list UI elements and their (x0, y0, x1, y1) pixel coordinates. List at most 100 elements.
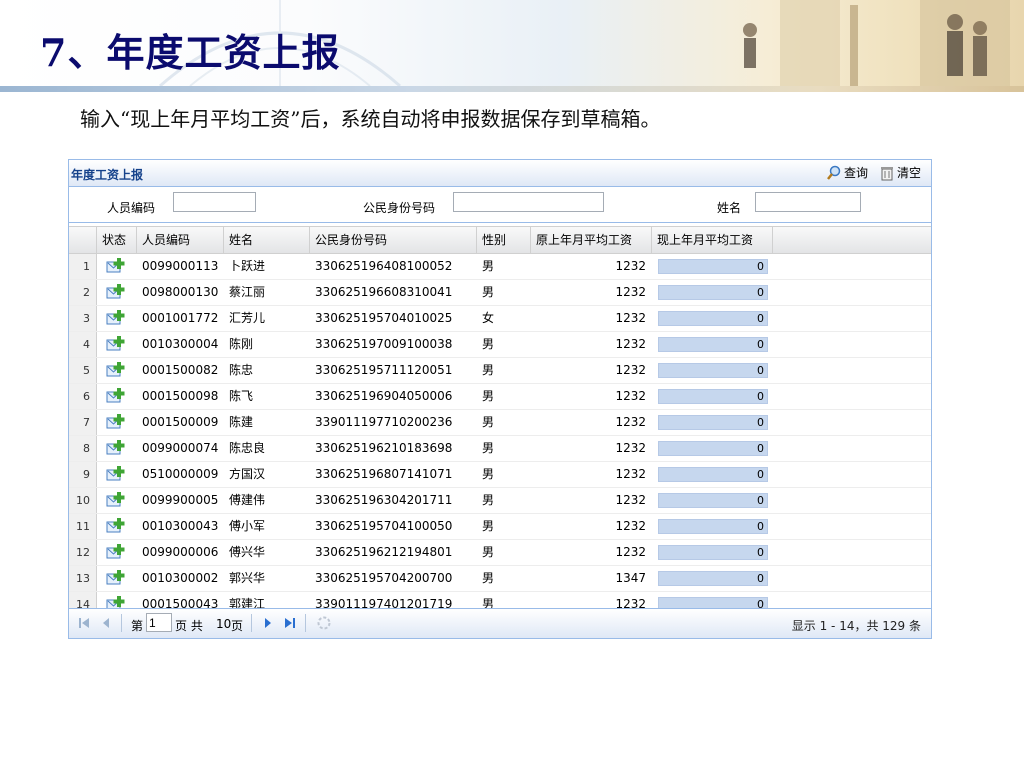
curr-wage-input[interactable]: 0 (658, 571, 768, 586)
table-row[interactable]: 5 0001500082 陈忠 330625195711120051 男 1232 0 (69, 358, 931, 384)
add-draft-icon[interactable] (106, 569, 126, 586)
table-row[interactable]: 12 0099000006 傅兴华 330625196212194801 男 1232 0 (69, 540, 931, 566)
person-code-input[interactable] (173, 192, 256, 212)
curr-wage-cell[interactable]: 0 (652, 514, 773, 539)
curr-wage-cell[interactable]: 0 (652, 540, 773, 565)
status-cell[interactable] (97, 358, 137, 383)
status-cell[interactable] (97, 410, 137, 435)
curr-wage-cell[interactable]: 0 (652, 436, 773, 461)
status-cell[interactable] (97, 306, 137, 331)
curr-wage-cell[interactable]: 0 (652, 566, 773, 591)
table-row[interactable]: 9 0510000009 方国汉 330625196807141071 男 1232 0 (69, 462, 931, 488)
id-number-cell: 339011197710200236 (315, 415, 453, 429)
gender-cell: 女 (482, 311, 495, 325)
grid-col-gender[interactable]: 性别 (477, 227, 531, 253)
table-row[interactable]: 13 0010300002 郭兴华 330625195704200700 男 1347 0 (69, 566, 931, 592)
add-draft-icon[interactable] (106, 543, 126, 560)
curr-wage-cell[interactable]: 0 (652, 410, 773, 435)
add-draft-icon[interactable] (106, 439, 126, 456)
gender-cell: 男 (482, 467, 495, 481)
curr-wage-cell[interactable]: 0 (652, 280, 773, 305)
status-cell[interactable] (97, 462, 137, 487)
grid-col-curr-wage[interactable]: 现上年月平均工资 (652, 227, 773, 253)
banner-stripe (0, 86, 1024, 92)
curr-wage-input[interactable]: 0 (658, 467, 768, 482)
grid-col-prev-wage[interactable]: 原上年月平均工资 (531, 227, 652, 253)
refresh-icon[interactable] (316, 615, 332, 631)
add-draft-icon[interactable] (106, 517, 126, 534)
gender-cell: 男 (482, 337, 495, 351)
status-cell[interactable] (97, 488, 137, 513)
page-number-input[interactable] (146, 613, 172, 632)
curr-wage-cell[interactable]: 0 (652, 358, 773, 383)
curr-wage-cell[interactable]: 0 (652, 488, 773, 513)
curr-wage-cell[interactable]: 0 (652, 384, 773, 409)
person-code-cell: 0099000006 (142, 545, 219, 559)
curr-wage-input[interactable]: 0 (658, 337, 768, 352)
add-draft-icon[interactable] (106, 465, 126, 482)
status-cell[interactable] (97, 540, 137, 565)
table-row[interactable]: 7 0001500009 陈建 339011197710200236 男 1232 0 (69, 410, 931, 436)
prev-wage-cell: 1232 (615, 467, 646, 481)
last-page-icon[interactable] (284, 616, 296, 630)
id-number-label: 公民身份号码 (363, 201, 436, 215)
curr-wage-input[interactable]: 0 (658, 545, 768, 560)
status-cell[interactable] (97, 436, 137, 461)
add-draft-icon[interactable] (106, 309, 126, 326)
prev-page-icon[interactable] (101, 616, 111, 630)
table-row[interactable]: 4 0010300004 陈刚 330625197009100038 男 1232 0 (69, 332, 931, 358)
curr-wage-input[interactable]: 0 (658, 441, 768, 456)
curr-wage-input[interactable]: 0 (658, 285, 768, 300)
name-input[interactable] (755, 192, 861, 212)
add-draft-icon[interactable] (106, 335, 126, 352)
curr-wage-input[interactable]: 0 (658, 519, 768, 534)
name-cell: 汇芳儿 (229, 311, 266, 325)
status-cell[interactable] (97, 254, 137, 279)
id-number-input[interactable] (453, 192, 604, 212)
id-number-cell: 330625195704010025 (315, 311, 453, 325)
grid-col-id-number[interactable]: 公民身份号码 (310, 227, 477, 253)
add-draft-icon[interactable] (106, 387, 126, 404)
add-draft-icon[interactable] (106, 413, 126, 430)
id-number-cell: 330625197009100038 (315, 337, 453, 351)
curr-wage-input[interactable]: 0 (658, 389, 768, 404)
clear-button[interactable]: 清空 (879, 164, 921, 181)
curr-wage-input[interactable]: 0 (658, 311, 768, 326)
first-page-icon[interactable] (78, 616, 90, 630)
table-row[interactable]: 2 0098000130 蔡江丽 330625196608310041 男 1232 0 (69, 280, 931, 306)
curr-wage-cell[interactable]: 0 (652, 306, 773, 331)
curr-wage-input[interactable]: 0 (658, 415, 768, 430)
table-row[interactable]: 10 0099900005 傅建伟 330625196304201711 男 1232 0 (69, 488, 931, 514)
row-number: 12 (69, 540, 97, 565)
table-row[interactable]: 6 0001500098 陈飞 330625196904050006 男 1232 0 (69, 384, 931, 410)
table-row[interactable]: 8 0099000074 陈忠良 330625196210183698 男 1232 0 (69, 436, 931, 462)
status-cell[interactable] (97, 566, 137, 591)
gender-cell: 男 (482, 259, 495, 273)
status-cell[interactable] (97, 280, 137, 305)
grid-col-person-code[interactable]: 人员编码 (137, 227, 224, 253)
person-code-cell: 0098000130 (142, 285, 219, 299)
add-draft-icon[interactable] (106, 257, 126, 274)
table-row[interactable]: 1 0099000113 卜跃进 330625196408100052 男 1232 0 (69, 254, 931, 280)
status-cell[interactable] (97, 332, 137, 357)
table-row[interactable]: 3 0001001772 汇芳儿 330625195704010025 女 1232 0 (69, 306, 931, 332)
table-row[interactable]: 11 0010300043 傅小军 330625195704100050 男 1232 0 (69, 514, 931, 540)
curr-wage-input[interactable]: 0 (658, 363, 768, 378)
add-draft-icon[interactable] (106, 491, 126, 508)
curr-wage-input[interactable]: 0 (658, 259, 768, 274)
status-cell[interactable] (97, 514, 137, 539)
query-label: 查询 (844, 166, 869, 180)
curr-wage-cell[interactable]: 0 (652, 254, 773, 279)
pager-separator (121, 614, 122, 632)
status-cell[interactable] (97, 384, 137, 409)
grid-col-status[interactable]: 状态 (97, 227, 137, 253)
add-draft-icon[interactable] (106, 361, 126, 378)
curr-wage-cell[interactable]: 0 (652, 332, 773, 357)
query-button[interactable]: 查询 (826, 164, 868, 181)
gender-cell: 男 (482, 545, 495, 559)
grid-col-name[interactable]: 姓名 (224, 227, 310, 253)
add-draft-icon[interactable] (106, 283, 126, 300)
curr-wage-input[interactable]: 0 (658, 493, 768, 508)
curr-wage-cell[interactable]: 0 (652, 462, 773, 487)
next-page-icon[interactable] (263, 616, 273, 630)
